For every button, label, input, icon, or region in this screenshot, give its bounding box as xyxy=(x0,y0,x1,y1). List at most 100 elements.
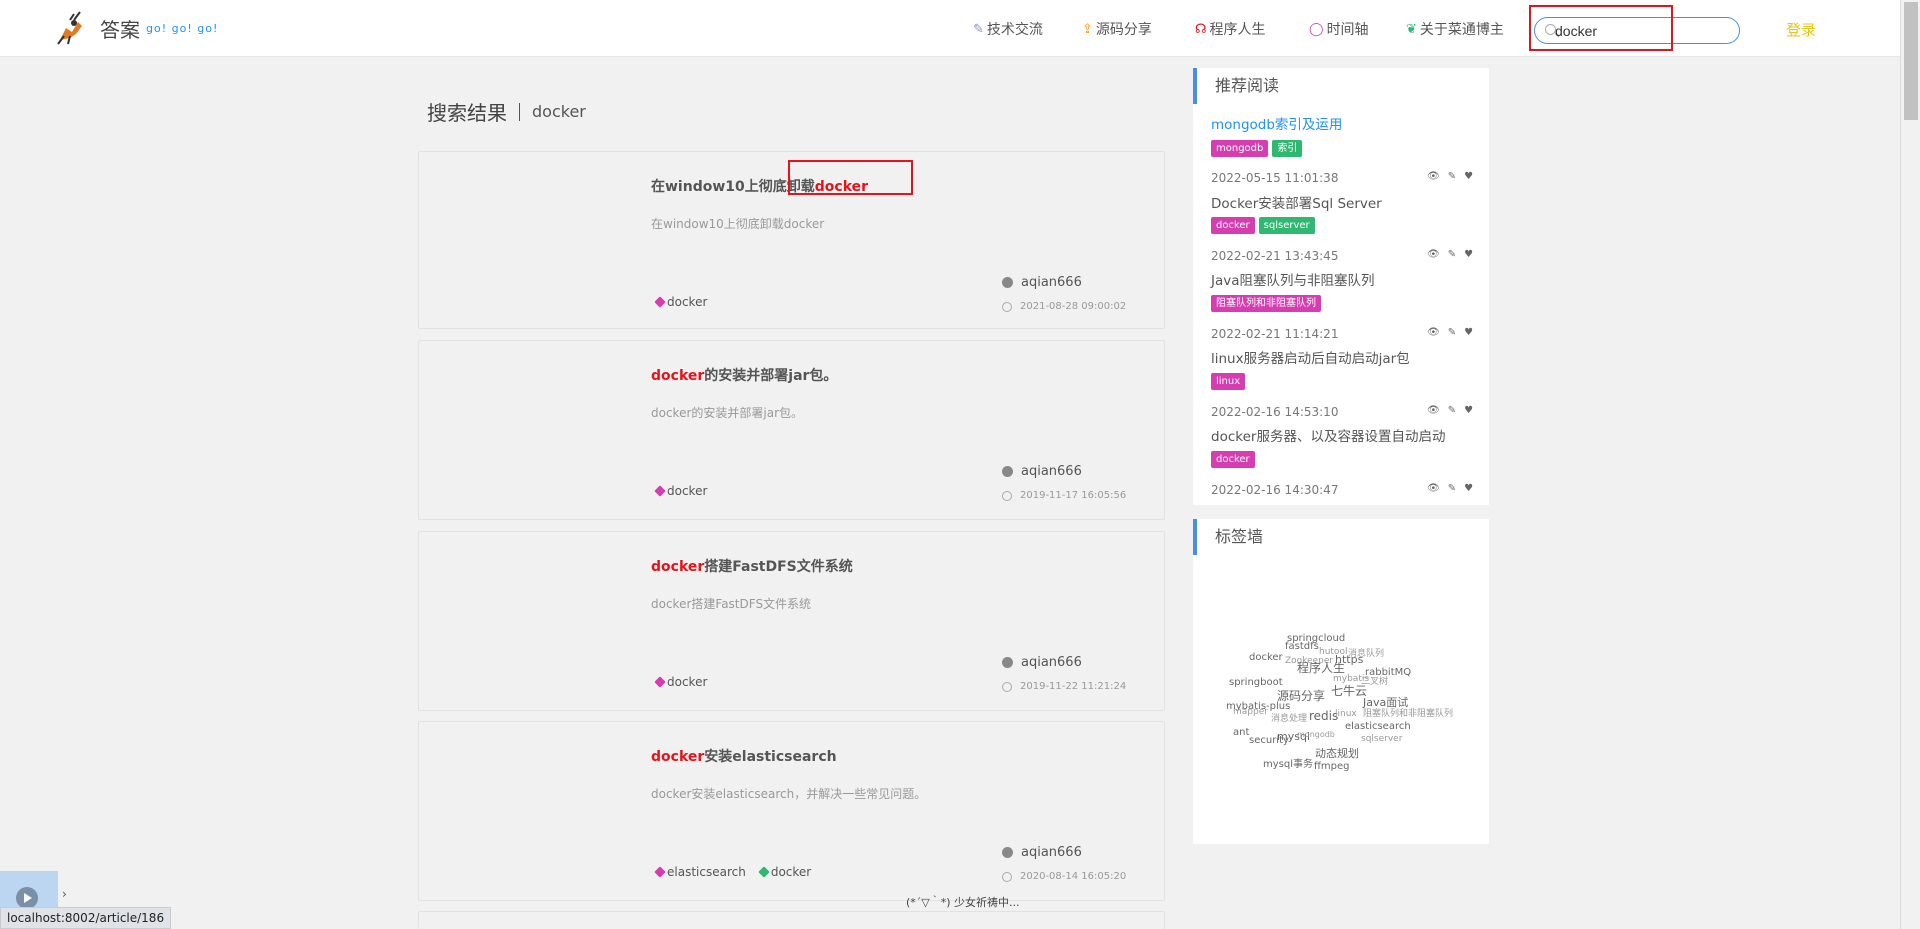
article-tag[interactable]: elasticsearch xyxy=(654,865,746,879)
eye-icon[interactable]: 👁 xyxy=(1427,483,1440,494)
eye-icon[interactable]: 👁 xyxy=(1427,405,1440,416)
heart-icon[interactable]: ♥ xyxy=(1464,405,1473,416)
article-tag[interactable]: docker xyxy=(654,484,707,498)
edit-icon[interactable]: ✎ xyxy=(1448,405,1456,416)
article-tags: docker xyxy=(654,484,707,498)
article-card[interactable]: docker的安装并部署jar包。 docker的安装并部署jar包。 dock… xyxy=(418,340,1165,520)
article-time: 2021-08-28 09:00:02 xyxy=(1002,301,1126,312)
title-highlight: docker xyxy=(651,559,705,575)
recommend-link[interactable]: linux服务器启动后自动启动jar包 xyxy=(1211,347,1410,367)
edit-icon[interactable]: ✎ xyxy=(1448,171,1456,182)
nav-source-share[interactable]: ⇪ 源码分享 xyxy=(1082,19,1152,39)
cloud-tag[interactable]: 动态规划 xyxy=(1315,745,1359,761)
cloud-tag[interactable]: ant xyxy=(1233,727,1249,738)
article-tag[interactable]: docker xyxy=(654,295,708,309)
recommend-time: 2022-02-16 14:53:10 xyxy=(1211,405,1339,419)
badge-mongodb[interactable]: mongodb xyxy=(1211,140,1269,157)
article-card[interactable] xyxy=(418,911,1165,929)
nav-timeline[interactable]: ◯ 时间轴 xyxy=(1309,19,1369,39)
recommend-link[interactable]: docker服务器、以及容器设置自动启动 xyxy=(1211,425,1445,445)
badge-queue[interactable]: 阻塞队列和非阻塞队列 xyxy=(1211,295,1321,312)
cloud-tag[interactable]: docker xyxy=(1249,652,1283,663)
cloud-tag[interactable]: mysql事务 xyxy=(1263,755,1313,770)
nav-programmer-life[interactable]: ☊ 程序人生 xyxy=(1195,19,1266,39)
circle-icon: ◯ xyxy=(1309,21,1324,37)
scrollbar-thumb[interactable] xyxy=(1904,2,1918,120)
clock-icon xyxy=(1002,301,1012,312)
cloud-tag[interactable]: linux xyxy=(1335,709,1357,719)
article-time: 2019-11-17 16:05:56 xyxy=(1002,490,1126,501)
eye-icon[interactable]: 👁 xyxy=(1427,249,1440,260)
badge-linux[interactable]: linux xyxy=(1211,373,1246,390)
recommend-link[interactable]: mongodb索引及运用 xyxy=(1211,113,1342,133)
nav-tech-exchange[interactable]: ✎ 技术交流 xyxy=(973,19,1043,39)
tag-label: elasticsearch xyxy=(667,865,746,879)
recommend-actions: 👁 ✎ ♥ xyxy=(1427,405,1473,416)
deer-logo-icon[interactable] xyxy=(52,10,90,48)
nav-label: 程序人生 xyxy=(1209,22,1266,38)
search-keyword: docker xyxy=(532,102,586,121)
recommend-actions: 👁 ✎ ♥ xyxy=(1427,249,1473,260)
nav-label: 时间轴 xyxy=(1326,22,1369,38)
article-card[interactable]: docker安装elasticsearch docker安装elasticsea… xyxy=(418,721,1165,901)
article-title[interactable]: docker的安装并部署jar包。 xyxy=(651,365,837,385)
play-icon xyxy=(24,893,32,903)
article-author: aqian666 xyxy=(1002,655,1082,670)
edit-icon[interactable]: ✎ xyxy=(1448,327,1456,338)
cloud-tag[interactable]: 阻塞队列和非阻塞队列 xyxy=(1363,706,1453,719)
article-tag[interactable]: docker xyxy=(654,675,707,689)
heart-icon[interactable]: ♥ xyxy=(1464,249,1473,260)
heart-icon[interactable]: ♥ xyxy=(1464,327,1473,338)
edit-icon[interactable]: ✎ xyxy=(1448,249,1456,260)
share-icon: ⇪ xyxy=(1082,21,1093,37)
recommend-link[interactable]: Java阻塞队列与非阻塞队列 xyxy=(1211,269,1375,289)
chevron-right-icon[interactable]: › xyxy=(62,887,67,901)
article-tags: docker xyxy=(654,295,708,309)
heart-icon[interactable]: ♥ xyxy=(1464,483,1473,494)
badge-index[interactable]: 索引 xyxy=(1272,140,1303,157)
site-name[interactable]: 答案 xyxy=(100,14,140,43)
cloud-tag[interactable]: 消息处理 xyxy=(1271,711,1307,724)
cloud-tag[interactable]: ffmpeg xyxy=(1314,761,1349,772)
music-player[interactable]: › xyxy=(0,871,67,909)
site-slogan: go! go! go! xyxy=(146,22,219,35)
badge-sqlserver[interactable]: sqlserver xyxy=(1258,217,1315,234)
loading-text: (*´▽｀*) 少女祈祷中... xyxy=(906,896,1020,909)
cloud-tag[interactable]: redis xyxy=(1309,709,1338,723)
login-link[interactable]: 登录 xyxy=(1786,19,1816,40)
badge-docker[interactable]: docker xyxy=(1211,217,1255,234)
eye-icon[interactable]: 👁 xyxy=(1427,327,1440,338)
cloud-tag[interactable]: fastdfs xyxy=(1285,641,1319,652)
article-tag[interactable]: docker xyxy=(758,865,811,879)
heart-icon[interactable]: ♥ xyxy=(1464,171,1473,182)
badge-group: docker xyxy=(1211,451,1255,468)
time-text: 2020-08-14 16:05:20 xyxy=(1020,871,1127,882)
cloud-tag[interactable]: springboot xyxy=(1229,677,1283,688)
cloud-tag[interactable]: 七牛云 xyxy=(1331,682,1367,699)
user-icon xyxy=(1002,847,1013,858)
tag-icon xyxy=(654,866,666,878)
user-icon xyxy=(1002,277,1013,288)
article-title[interactable]: docker搭建FastDFS文件系统 xyxy=(651,556,853,576)
edit-icon[interactable]: ✎ xyxy=(1448,483,1456,494)
article-card[interactable]: docker搭建FastDFS文件系统 docker搭建FastDFS文件系统 … xyxy=(418,531,1165,711)
article-summary: docker的安装并部署jar包。 xyxy=(651,406,804,420)
cloud-tag[interactable]: sqlserver xyxy=(1361,734,1402,744)
status-bar-url: localhost:8002/article/186 xyxy=(0,907,172,929)
tag-icon xyxy=(654,676,666,688)
cloud-tag[interactable]: elasticsearch xyxy=(1345,721,1411,732)
highlight-box xyxy=(788,160,913,195)
page-scrollbar[interactable] xyxy=(1900,0,1920,929)
badge-group: 阻塞队列和非阻塞队列 xyxy=(1211,295,1321,312)
cloud-tag[interactable]: mapper xyxy=(1233,707,1268,717)
badge-docker[interactable]: docker xyxy=(1211,451,1255,468)
recommend-link[interactable]: Docker安装部署Sql Server xyxy=(1211,192,1382,212)
nav-about[interactable]: ❦ 关于菜通博主 xyxy=(1406,19,1504,39)
eye-icon[interactable]: 👁 xyxy=(1427,171,1440,182)
tag-label: docker xyxy=(667,295,708,309)
article-title[interactable]: docker安装elasticsearch xyxy=(651,746,837,766)
cloud-tag[interactable]: mongodb xyxy=(1297,730,1335,739)
recommend-time: 2022-05-15 11:01:38 xyxy=(1211,171,1339,185)
cloud-tag[interactable]: security xyxy=(1249,735,1289,746)
recommend-time: 2022-02-16 14:30:47 xyxy=(1211,483,1339,497)
